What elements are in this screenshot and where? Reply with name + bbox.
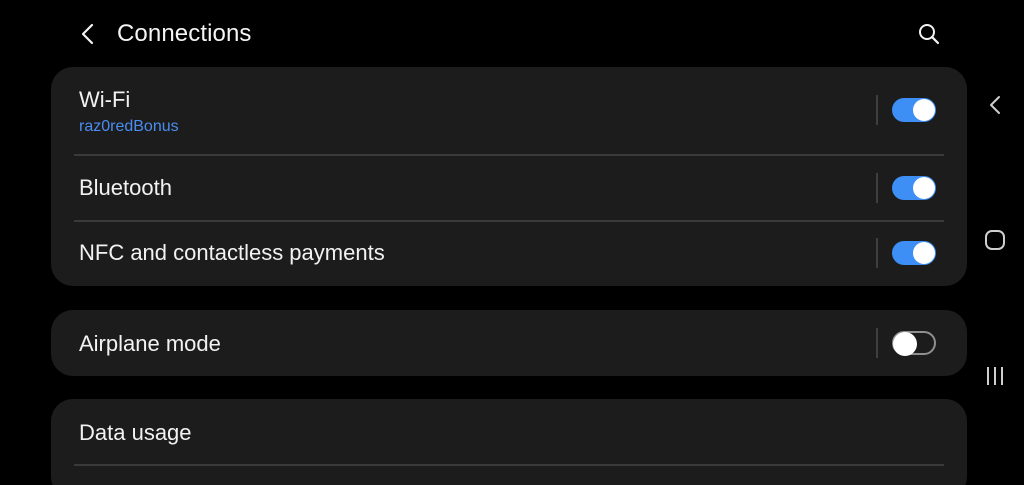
nav-recents-button[interactable] <box>978 359 1012 393</box>
airplane-toggle[interactable] <box>892 331 936 356</box>
wifi-row[interactable]: Wi-Fi raz0redBonus <box>51 67 967 155</box>
bluetooth-toggle[interactable] <box>892 176 936 200</box>
nav-back-button[interactable] <box>978 88 1012 122</box>
wifi-toggle[interactable] <box>892 98 936 122</box>
nav-home-button[interactable] <box>978 223 1012 257</box>
toggle-knob <box>893 332 917 356</box>
divider <box>74 464 944 466</box>
wifi-label: Wi-Fi <box>79 87 131 112</box>
connections-card: Wi-Fi raz0redBonus Bluetooth NFC and con… <box>51 67 967 286</box>
wifi-separator <box>876 95 878 125</box>
bluetooth-row[interactable]: Bluetooth <box>51 156 967 221</box>
connections-screen: Connections Wi-Fi raz0redBonus Bluetooth <box>0 0 1024 485</box>
nav-recents-icon <box>987 367 1003 385</box>
nfc-toggle[interactable] <box>892 241 936 265</box>
app-header: Connections <box>0 0 970 66</box>
airplane-separator <box>876 328 878 358</box>
airplane-card: Airplane mode <box>51 310 967 376</box>
page-title: Connections <box>117 20 252 47</box>
nav-back-icon <box>990 96 1000 114</box>
nfc-row[interactable]: NFC and contactless payments <box>51 222 967 286</box>
bluetooth-label: Bluetooth <box>79 175 172 200</box>
data-usage-row[interactable]: Data usage <box>51 399 967 465</box>
nfc-separator <box>876 238 878 268</box>
nav-home-icon <box>985 230 1005 250</box>
search-icon <box>919 24 940 45</box>
back-button[interactable] <box>70 16 106 52</box>
data-card: Data usage <box>51 399 967 485</box>
toggle-knob <box>913 177 935 199</box>
nfc-label: NFC and contactless payments <box>79 240 385 265</box>
data-usage-label: Data usage <box>79 420 192 445</box>
bluetooth-separator <box>876 173 878 203</box>
toggle-knob <box>913 242 935 264</box>
chevron-left-icon <box>81 23 94 45</box>
airplane-label: Airplane mode <box>79 331 221 356</box>
wifi-network-name: raz0redBonus <box>79 118 179 135</box>
airplane-row[interactable]: Airplane mode <box>51 310 967 376</box>
search-button[interactable] <box>910 15 948 53</box>
toggle-knob <box>913 99 935 121</box>
